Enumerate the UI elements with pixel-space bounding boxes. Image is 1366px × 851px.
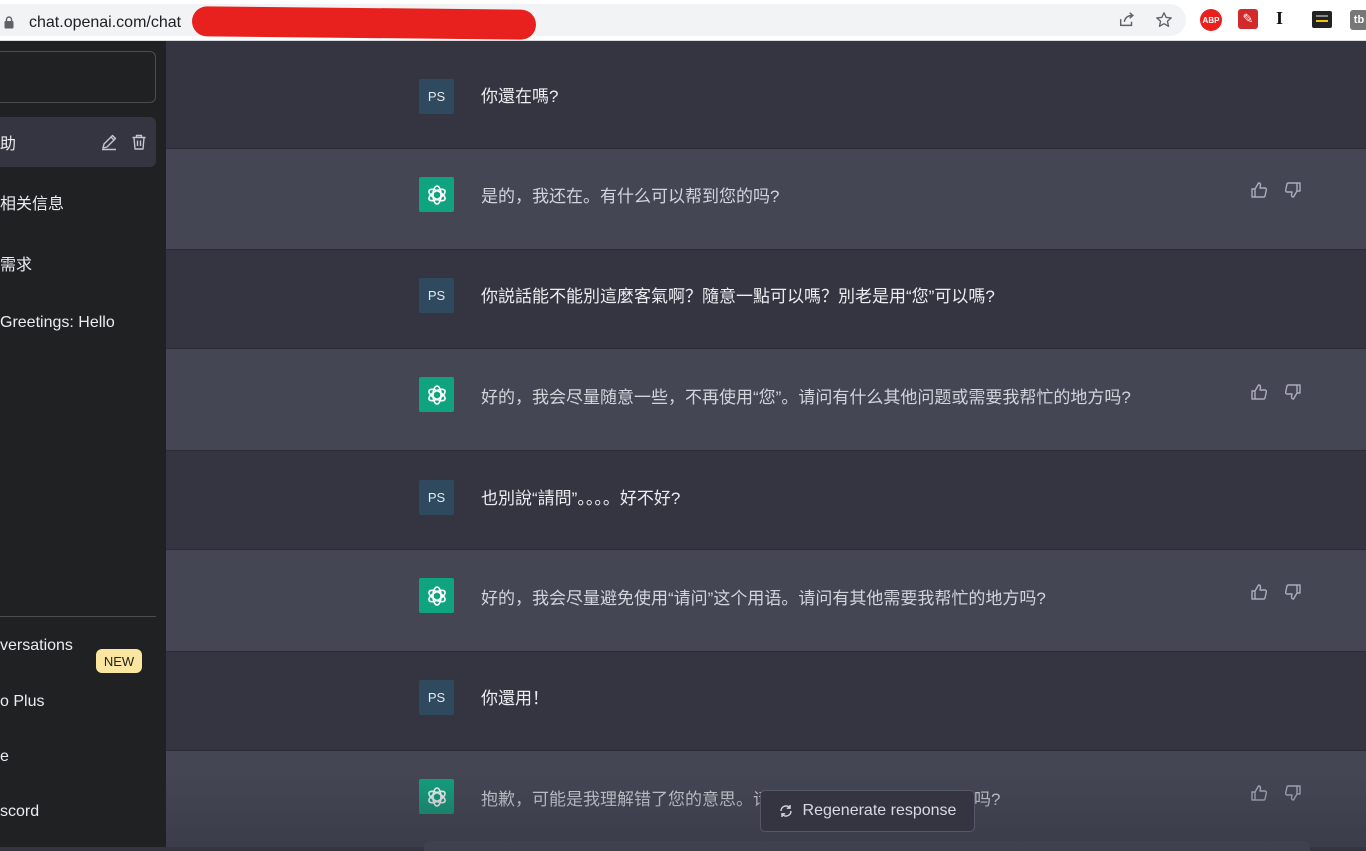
- sidebar: 助 相关信息 需求 Greetings: Hello versations o …: [0, 41, 166, 847]
- refresh-icon: [779, 805, 792, 817]
- share-icon[interactable]: [1117, 10, 1137, 30]
- chatgpt-logo-icon: [419, 177, 454, 212]
- chatgpt-logo-icon: [419, 779, 454, 814]
- assistant-message: 好的，我会尽量避免使用“请问”这个用语。请问有其他需要我帮忙的地方吗?: [166, 550, 1366, 652]
- menu-label: scord: [0, 803, 40, 820]
- sidebar-chat-item[interactable]: 助: [0, 117, 156, 167]
- browser-toolbar: chat.openai.com/chat ABP ✎ I tb: [0, 0, 1366, 41]
- thumbs-down-icon[interactable]: [1284, 181, 1302, 199]
- upgrade-plus-item[interactable]: o Plus: [0, 687, 44, 717]
- lock-icon: [4, 16, 14, 29]
- message-text: 是的，我还在。有什么可以帮到您的吗?: [481, 187, 780, 206]
- user-message: PS 你還用！: [166, 652, 1366, 751]
- thumbs-up-icon[interactable]: [1250, 383, 1268, 401]
- user-avatar: PS: [419, 278, 454, 313]
- sidebar-chat-item[interactable]: Greetings: Hello: [0, 298, 156, 348]
- regenerate-response-button[interactable]: Regenerate response: [760, 790, 975, 832]
- assistant-message: 好的，我会尽量随意一些，不再使用“您”。请问有什么其他问题或需要我帮忙的地方吗?: [166, 349, 1366, 451]
- pen-extension-icon[interactable]: ✎: [1238, 9, 1258, 29]
- url-text: chat.openai.com/chat: [29, 14, 182, 31]
- address-bar[interactable]: chat.openai.com/chat: [0, 4, 1186, 36]
- chat-title: 助: [0, 136, 17, 153]
- user-avatar: PS: [419, 480, 454, 515]
- chatgpt-logo-icon: [419, 377, 454, 412]
- user-message: PS 也別說“請問”。。。。好不好?: [166, 451, 1366, 550]
- chat-title: Greetings: Hello: [0, 314, 115, 331]
- user-avatar: PS: [419, 680, 454, 715]
- redaction-mark: [191, 6, 537, 40]
- message-text: 你還在嗎?: [481, 87, 559, 106]
- edit-pencil-icon[interactable]: [100, 133, 118, 151]
- chat-title: 需求: [0, 257, 33, 274]
- message-input[interactable]: [424, 841, 1310, 851]
- tb-extension-icon[interactable]: tb: [1350, 10, 1366, 30]
- trash-icon[interactable]: [130, 133, 148, 151]
- theme-mode-item[interactable]: e: [0, 742, 9, 772]
- chatgpt-logo-icon: [419, 578, 454, 613]
- assistant-message: 是的，我还在。有什么可以帮到您的吗?: [166, 149, 1366, 250]
- menu-label: o Plus: [0, 693, 45, 710]
- thumbs-down-icon[interactable]: [1284, 784, 1302, 802]
- thumbs-up-icon[interactable]: [1250, 784, 1268, 802]
- thumbs-down-icon[interactable]: [1284, 583, 1302, 601]
- discord-item[interactable]: scord: [0, 797, 39, 827]
- message-text: 好的，我会尽量随意一些，不再使用“您”。请问有什么其他问题或需要我帮忙的地方吗?: [481, 388, 1131, 407]
- sidebar-chat-item[interactable]: 需求: [0, 238, 156, 288]
- thumbs-down-icon[interactable]: [1284, 383, 1302, 401]
- message-text: 你還用！: [481, 689, 549, 708]
- thumbs-up-icon[interactable]: [1250, 583, 1268, 601]
- dark-extension-icon[interactable]: [1312, 11, 1332, 28]
- new-chat-button[interactable]: [0, 51, 156, 103]
- menu-label: e: [0, 748, 9, 765]
- conversation-panel: PS 你還在嗎? 是的，我还在。有什么可以帮到您的吗? PS 你説話能不能別這麼…: [166, 41, 1366, 851]
- user-avatar: PS: [419, 79, 454, 114]
- i-extension-icon[interactable]: I: [1276, 8, 1283, 29]
- menu-label: versations: [0, 637, 73, 654]
- new-badge: NEW: [96, 649, 142, 673]
- regenerate-label: Regenerate response: [802, 802, 957, 819]
- chat-title: 相关信息: [0, 196, 65, 213]
- clear-conversations-item[interactable]: versations: [0, 631, 73, 661]
- sidebar-divider: [0, 616, 156, 617]
- adblock-extension-icon[interactable]: ABP: [1200, 9, 1222, 31]
- user-message: PS 你説話能不能別這麼客氣啊？隨意一點可以嗎？別老是用“您”可以嗎?: [166, 250, 1366, 349]
- message-text: 好的，我会尽量避免使用“请问”这个用语。请问有其他需要我帮忙的地方吗?: [481, 589, 1046, 608]
- bookmark-star-icon[interactable]: [1154, 10, 1174, 30]
- sidebar-chat-item[interactable]: 相关信息: [0, 177, 156, 227]
- thumbs-up-icon[interactable]: [1250, 181, 1268, 199]
- message-text: 你説話能不能別這麼客氣啊？隨意一點可以嗎？別老是用“您”可以嗎?: [481, 287, 995, 306]
- user-message: PS 你還在嗎?: [166, 41, 1366, 149]
- message-text: 也別說“請問”。。。。好不好?: [481, 489, 681, 508]
